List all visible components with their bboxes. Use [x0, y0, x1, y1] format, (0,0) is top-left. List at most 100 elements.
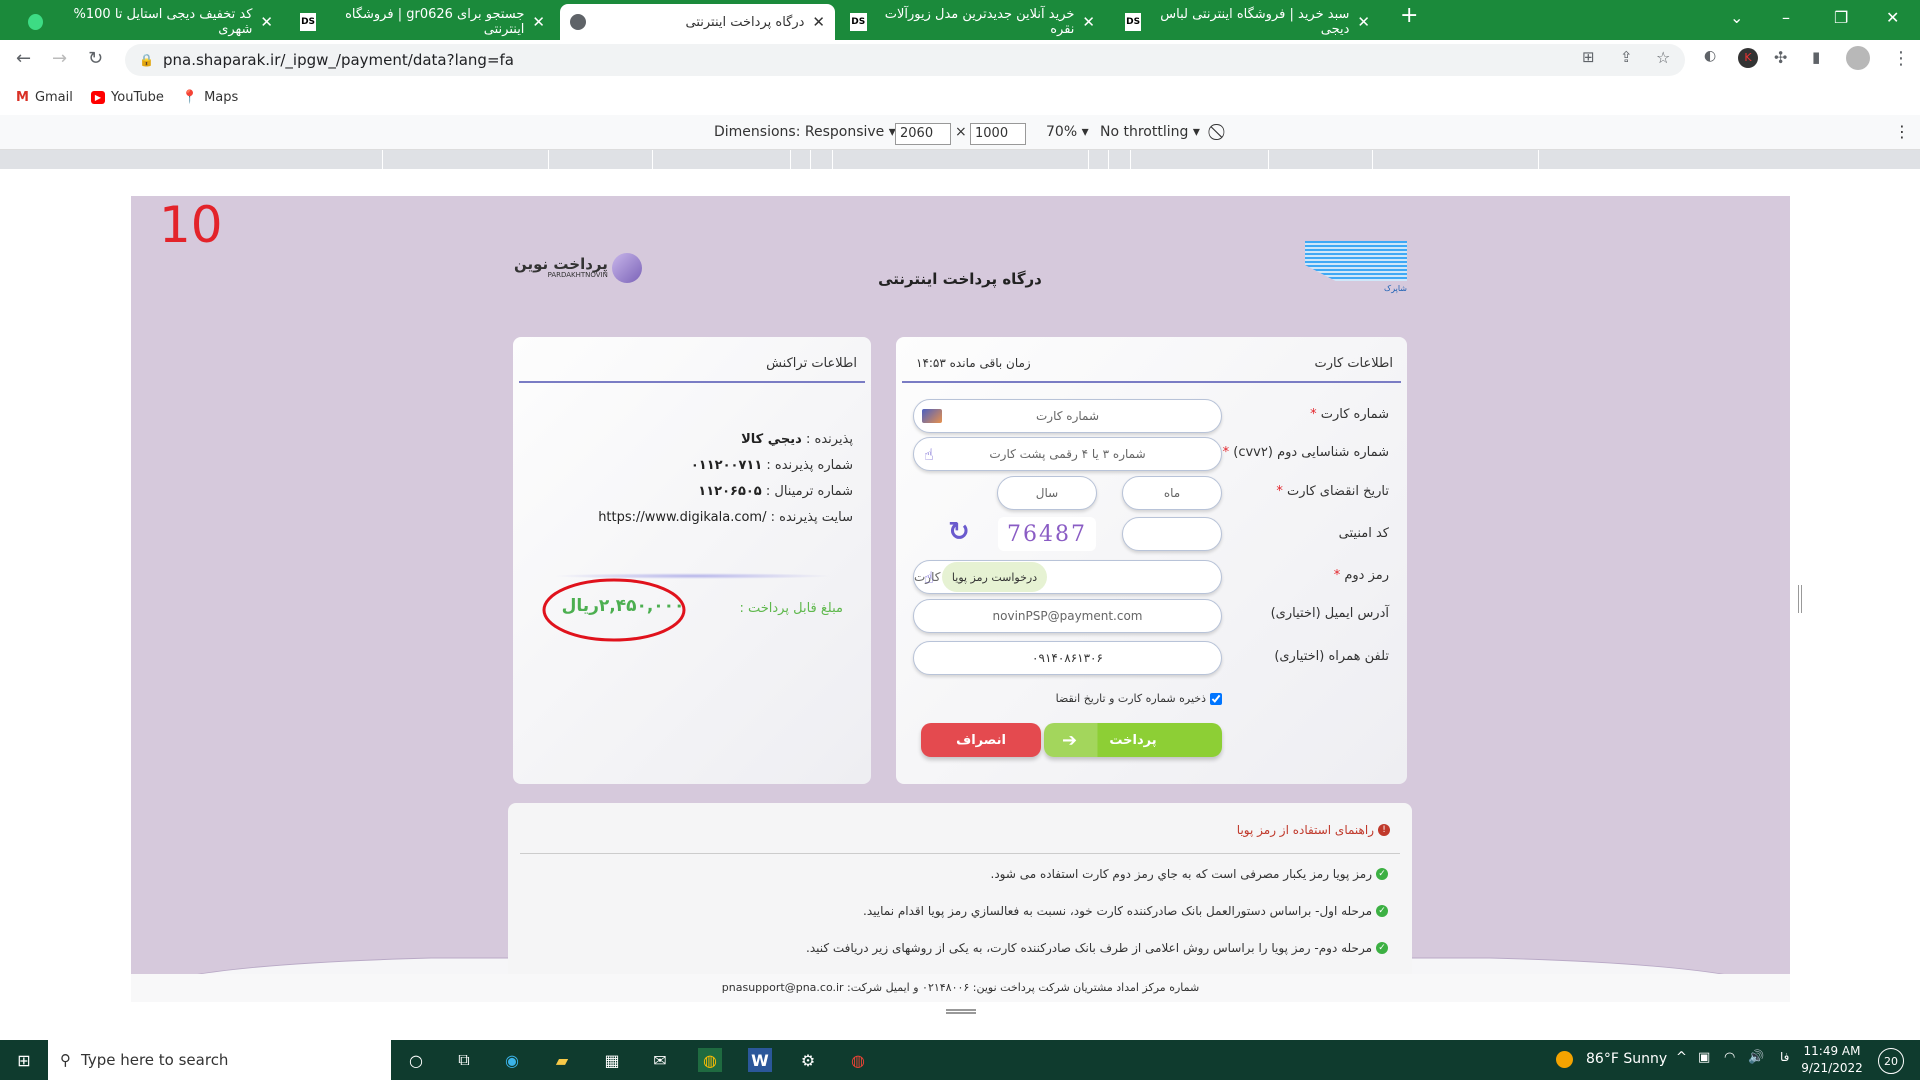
youtube-icon: ▶: [90, 90, 106, 104]
translate-icon[interactable]: ⊞: [1582, 48, 1595, 66]
file-explorer-icon[interactable]: ▰: [550, 1048, 574, 1072]
bookmark-gmail[interactable]: M Gmail: [16, 90, 73, 105]
height-input[interactable]: 1000: [970, 123, 1026, 145]
footer-text: شماره مرکز امداد مشتریان شرکت پرداخت نوی…: [131, 974, 1790, 1002]
throttling-select[interactable]: No throttling ▾: [1100, 124, 1200, 140]
reload-icon[interactable]: ↻: [88, 48, 103, 69]
menu-icon[interactable]: ⋮: [1892, 48, 1910, 69]
card-number-input[interactable]: شماره کارت: [913, 399, 1222, 433]
check-icon: ✓: [1376, 868, 1388, 880]
volume-icon[interactable]: 🔊: [1748, 1050, 1764, 1065]
cortana-icon[interactable]: ○: [404, 1048, 428, 1072]
extension-k-icon[interactable]: K: [1738, 48, 1758, 68]
close-icon[interactable]: ✕: [812, 13, 825, 31]
new-tab-button[interactable]: +: [1400, 3, 1418, 28]
resize-handle-bottom[interactable]: [946, 1009, 976, 1014]
restore-button[interactable]: ❐: [1834, 8, 1848, 27]
zoom-select[interactable]: 70% ▾: [1046, 124, 1089, 140]
settings-gear-icon[interactable]: ⚙: [796, 1048, 820, 1072]
close-icon[interactable]: ✕: [532, 13, 545, 31]
dynamic-pin-guide: ! راهنمای استفاده از رمز پویا ✓ رمز پویا ر…: [508, 803, 1412, 974]
pardakht-novin-logo: پرداخت نوین PARDAKHTNOVIN: [514, 251, 644, 285]
annotation-number: 10: [159, 196, 223, 254]
close-icon[interactable]: ✕: [1082, 13, 1095, 31]
tab-bar: ✕ کد تخفیف دیجی استایل تا 100% شهری ✕ جستج…: [0, 0, 1920, 40]
amount-label: مبلغ قابل پرداخت :: [739, 601, 843, 616]
tab[interactable]: ✕ خرید آنلاین جدیدترین مدل زیورآلات نقره D…: [840, 4, 1105, 40]
expiry-month-input[interactable]: ماه: [1122, 476, 1222, 510]
weather-text[interactable]: 86°F Sunny: [1586, 1051, 1667, 1067]
weather-sun-icon: [1556, 1051, 1573, 1068]
minimize-button[interactable]: –: [1782, 8, 1790, 27]
close-icon[interactable]: ✕: [260, 13, 273, 31]
back-icon[interactable]: ←: [16, 48, 31, 69]
pay-button[interactable]: پرداخت ➔: [1044, 723, 1222, 757]
tab[interactable]: ✕ سبد خرید | فروشگاه اینترنتی لباس دیجی DS: [1115, 4, 1380, 40]
divider: [519, 381, 865, 383]
store-icon[interactable]: ▦: [600, 1048, 624, 1072]
email-label: آدرس ایمیل (اختیاری): [1270, 606, 1389, 621]
search-icon: ⚲: [60, 1051, 71, 1069]
pin2-label: رمز دوم *: [1333, 568, 1389, 583]
mail-icon[interactable]: ✉: [648, 1048, 672, 1072]
request-dynamic-pin-button[interactable]: درخواست رمز پویا: [942, 562, 1047, 592]
phone-input[interactable]: ۰۹۱۴۰۸۶۱۳۰۶: [913, 641, 1222, 675]
more-options-icon[interactable]: ⋮: [1894, 122, 1910, 141]
extension-icon[interactable]: ◐: [1704, 48, 1716, 64]
share-icon[interactable]: ⇪: [1620, 48, 1633, 66]
expiry-year-input[interactable]: سال: [997, 476, 1097, 510]
language-indicator[interactable]: فا: [1780, 1050, 1789, 1064]
cvv2-label: شماره شناسایی دوم (cvv۲) *: [1222, 445, 1389, 460]
address-bar[interactable]: 🔒 pna.shaparak.ir/_ipgw_/payment/data?la…: [125, 44, 1685, 76]
credit-card-icon: [922, 409, 942, 423]
close-icon[interactable]: ✕: [1357, 13, 1370, 31]
favicon-icon: [28, 14, 43, 30]
favicon-icon: DS: [850, 13, 867, 31]
tab-active[interactable]: ✕ درگاه پرداخت اینترنتی: [560, 4, 835, 40]
media-query-ruler[interactable]: [0, 150, 1920, 169]
captcha-label: کد امنیتی: [1338, 526, 1389, 541]
forward-icon[interactable]: →: [52, 48, 67, 69]
side-panel-icon[interactable]: ▮: [1812, 48, 1820, 66]
merchant-number-row: شماره پذیرنده : ۰۱۱۲۰۰۷۱۱: [690, 458, 853, 473]
taskbar-search[interactable]: ⚲ Type here to search: [48, 1040, 391, 1080]
cancel-button[interactable]: انصراف: [921, 723, 1041, 757]
tab-search-icon[interactable]: ⌄: [1730, 8, 1743, 27]
guide-title: ! راهنمای استفاده از رمز پویا: [1237, 823, 1390, 837]
guide-item: ✓ مرحله اول- براساس دستورالعمل بانک صادرک…: [863, 904, 1388, 918]
dimensions-select[interactable]: Dimensions: Responsive ▾: [714, 124, 896, 140]
bookmark-star-icon[interactable]: ☆: [1656, 48, 1670, 67]
save-card-checkbox-row[interactable]: ذخیره شماره کارت و تاریخ انقضا: [1056, 692, 1222, 705]
profile-avatar[interactable]: [1846, 46, 1870, 70]
windows-start-icon[interactable]: ⊞: [12, 1048, 36, 1072]
cvv2-input[interactable]: شماره ۳ یا ۴ رقمی پشت کارت ☝: [913, 437, 1222, 471]
edge-icon[interactable]: ◉: [500, 1048, 524, 1072]
guide-item: ✓ رمز پویا رمز یکبار مصرفی است که به جاي …: [991, 867, 1388, 881]
notifications-badge[interactable]: 20: [1878, 1048, 1904, 1074]
chrome-icon[interactable]: ◍: [698, 1048, 722, 1072]
bookmark-maps[interactable]: 📍 Maps: [182, 90, 238, 105]
chrome-icon[interactable]: ◍: [846, 1048, 870, 1072]
word-icon[interactable]: W: [748, 1048, 772, 1072]
check-icon: ✓: [1376, 942, 1388, 954]
close-window-button[interactable]: ✕: [1886, 8, 1899, 27]
pin2-input[interactable]: رمز دوم کارت ☝ درخواست رمز پویا: [913, 560, 1222, 594]
tray-chevron-icon[interactable]: ^: [1676, 1050, 1687, 1065]
globe-icon: [570, 14, 586, 30]
refresh-captcha-icon[interactable]: ↻: [948, 517, 970, 547]
clock[interactable]: 11:49 AM 9/21/2022: [1800, 1043, 1864, 1077]
captcha-input[interactable]: [1122, 517, 1222, 551]
wifi-icon[interactable]: ◠: [1724, 1050, 1735, 1065]
network-icon[interactable]: ▣: [1698, 1050, 1710, 1065]
divider: [902, 381, 1401, 383]
task-view-icon[interactable]: ⧉: [452, 1048, 476, 1072]
bookmark-youtube[interactable]: ▶ YouTube: [90, 90, 164, 105]
shaparak-logo: شاپرک: [1305, 241, 1407, 306]
width-input[interactable]: 2060: [895, 123, 951, 145]
extensions-puzzle-icon[interactable]: ✣: [1774, 48, 1787, 67]
save-card-checkbox[interactable]: [1210, 692, 1222, 705]
email-input[interactable]: novinPSP@payment.com: [913, 599, 1222, 633]
tab[interactable]: ✕ کد تخفیف دیجی استایل تا 100% شهری: [18, 4, 283, 40]
resize-handle-right[interactable]: [1798, 585, 1802, 613]
tab[interactable]: ✕ جستجو برای gr0626 | فروشگاه اینترنتی DS: [290, 4, 555, 40]
